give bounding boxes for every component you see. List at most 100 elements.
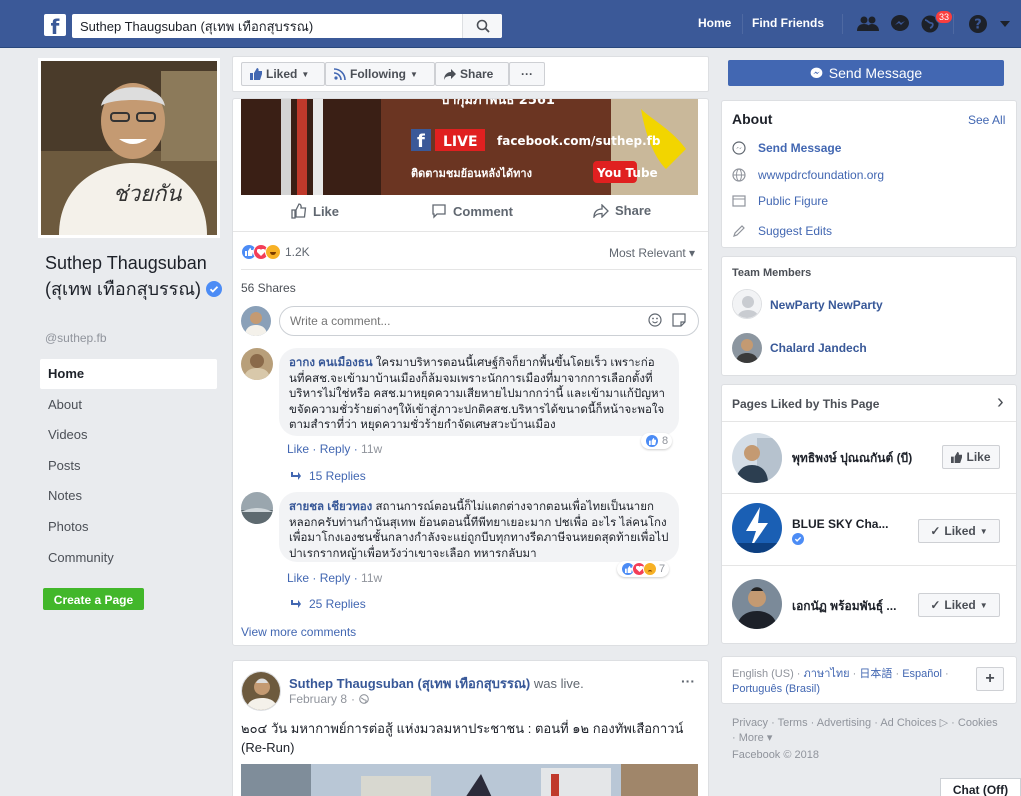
team-member-avatar[interactable] <box>732 333 762 363</box>
sticker-icon[interactable] <box>672 312 686 330</box>
post-like-button[interactable]: Like <box>291 203 339 219</box>
about-title[interactable]: About <box>732 111 772 127</box>
view-replies-link[interactable]: 15 Replies <box>291 469 366 483</box>
comment-reply-link[interactable]: Reply <box>320 571 351 585</box>
liked-page-name[interactable]: พุทธิพงษ์ ปุณณกันต์ (บี) <box>792 449 912 468</box>
video-thumbnail[interactable]: ปากุมภาพันธ์ 2561 f LIVE facebook.com/su… <box>241 99 698 195</box>
following-button[interactable]: Following ▼ <box>325 62 435 86</box>
see-all-link[interactable]: See All <box>968 113 1005 127</box>
comment-input[interactable] <box>290 314 648 328</box>
liked-button[interactable]: Liked ▼ <box>241 62 325 86</box>
post-video-thumbnail[interactable] <box>241 764 698 796</box>
comment-reactions[interactable]: 7 <box>617 561 670 577</box>
page-liked-label: Liked <box>944 524 976 538</box>
post-author-name[interactable]: Suthep Thaugsuban (สุเทพ เทือกสุบรรณ) <box>289 676 530 691</box>
view-more-comments-link[interactable]: View more comments <box>241 625 356 639</box>
nav-find-friends-link[interactable]: Find Friends <box>752 16 824 30</box>
profile-photo-image: ช่วยกัน <box>41 61 217 235</box>
team-member-name[interactable]: NewParty NewParty <box>770 298 883 312</box>
team-member-name[interactable]: Chalard Jandech <box>770 341 867 355</box>
commenter-avatar[interactable] <box>241 348 273 380</box>
search-button[interactable] <box>462 14 502 38</box>
team-member-avatar[interactable] <box>732 289 762 319</box>
comment-reply-link[interactable]: Reply <box>320 442 351 456</box>
video-url-text: facebook.com/suthep.fb <box>497 134 661 148</box>
account-dropdown-icon[interactable] <box>998 13 1012 35</box>
liked-page-avatar[interactable] <box>732 579 782 629</box>
left-nav-notes[interactable]: Notes <box>40 481 217 511</box>
haha-reaction-icon <box>265 244 281 260</box>
globe-icon <box>359 694 369 704</box>
messenger-outline-icon <box>732 141 746 155</box>
post-comment-button[interactable]: Comment <box>431 203 513 219</box>
help-icon[interactable]: ? <box>966 13 990 35</box>
about-website-row[interactable]: wwwpdrcfoundation.org <box>732 168 884 182</box>
comment-author[interactable]: อากง คนเมืองธน <box>289 357 373 369</box>
reactions-summary[interactable]: 1.2K <box>241 244 310 260</box>
commenter-avatar[interactable] <box>241 492 273 524</box>
post-options-button[interactable]: ··· <box>681 673 695 689</box>
left-nav-photos[interactable]: Photos <box>40 512 217 542</box>
about-category-row[interactable]: Public Figure <box>732 194 828 208</box>
commenter-avatar[interactable] <box>241 306 271 336</box>
about-send-message-link[interactable]: Send Message <box>758 141 841 155</box>
liked-page-avatar[interactable] <box>732 503 782 553</box>
liked-page-name[interactable]: BLUE SKY Cha... <box>792 517 888 531</box>
page-username[interactable]: @suthep.fb <box>45 331 107 345</box>
add-language-button[interactable]: + <box>976 667 1004 691</box>
language-option[interactable]: 日本語 <box>859 668 892 680</box>
comment-actions: Like · Reply · 11w <box>287 442 383 456</box>
comment-bubble: สายชล เชียวทอง สถานการณ์ตอนนี้ก็ไม่แตกต่… <box>279 492 679 562</box>
left-nav-community[interactable]: Community <box>40 543 217 573</box>
chat-sidebar-toggle[interactable]: Chat (Off) <box>940 778 1021 796</box>
left-nav-posts[interactable]: Posts <box>40 451 217 481</box>
comment-like-link[interactable]: Like <box>287 571 309 585</box>
left-nav-home[interactable]: Home <box>40 359 217 389</box>
comment-reactions[interactable]: 8 <box>641 433 673 449</box>
comment-sort-dropdown[interactable]: Most Relevant ▾ <box>609 246 695 260</box>
suggest-edits-link[interactable]: Suggest Edits <box>758 224 832 238</box>
messenger-icon[interactable] <box>888 13 912 35</box>
nav-home-link[interactable]: Home <box>698 16 731 30</box>
chevron-right-icon[interactable]: › <box>997 391 1004 414</box>
comment-like-link[interactable]: Like <box>287 442 309 456</box>
comment-timestamp[interactable]: 11w <box>361 442 382 456</box>
about-category-link[interactable]: Public Figure <box>758 194 828 208</box>
page-liked-button[interactable]: ✓ Liked ▼ <box>918 593 1000 617</box>
liked-page-avatar[interactable] <box>732 433 782 483</box>
share-page-button[interactable]: Share <box>435 62 509 86</box>
share-arrow-icon <box>444 68 456 80</box>
left-nav-about[interactable]: About <box>40 390 217 420</box>
about-suggest-edits-row[interactable]: Suggest Edits <box>732 224 832 238</box>
facebook-logo-icon[interactable]: f <box>44 14 66 39</box>
language-list: English (US) · ภาษาไทย · 日本語 · Español ·… <box>732 668 949 695</box>
divider <box>241 269 702 270</box>
post-author-avatar[interactable] <box>241 671 281 711</box>
liked-page-name[interactable]: เอกนัฏ พร้อมพันธุ์ ... <box>792 597 896 616</box>
view-replies-link[interactable]: 25 Replies <box>291 597 366 611</box>
comment-author[interactable]: สายชล เชียวทอง <box>289 501 372 513</box>
page-like-button[interactable]: Like <box>942 445 1000 469</box>
left-nav-videos[interactable]: Videos <box>40 420 217 450</box>
about-website-link[interactable]: wwwpdrcfoundation.org <box>758 168 884 182</box>
emoji-icon[interactable] <box>648 312 662 330</box>
search-input[interactable] <box>72 15 462 37</box>
create-page-button[interactable]: Create a Page <box>43 588 144 610</box>
language-option[interactable]: ภาษาไทย <box>804 668 850 680</box>
footer-links[interactable]: Privacy · Terms · Advertising · Ad Choic… <box>732 716 1002 746</box>
language-option[interactable]: Español <box>902 668 942 680</box>
page-liked-button[interactable]: ✓ Liked ▼ <box>918 519 1000 543</box>
verified-badge-icon <box>206 281 223 297</box>
about-send-message-row[interactable]: Send Message <box>732 141 841 155</box>
more-options-button[interactable]: ··· <box>509 62 545 86</box>
comment-timestamp[interactable]: 11w <box>361 571 382 585</box>
post-date[interactable]: February 8 <box>289 692 347 706</box>
send-message-button[interactable]: Send Message <box>728 60 1004 86</box>
post-share-button[interactable]: Share <box>593 203 651 218</box>
pages-liked-title[interactable]: Pages Liked by This Page <box>732 397 879 411</box>
checkmark-icon: ✓ <box>930 524 941 538</box>
friend-requests-icon[interactable] <box>856 13 880 35</box>
shares-count-link[interactable]: 56 Shares <box>241 281 296 295</box>
language-option[interactable]: Português (Brasil) <box>732 683 820 695</box>
profile-picture[interactable]: ช่วยกัน <box>38 58 220 238</box>
